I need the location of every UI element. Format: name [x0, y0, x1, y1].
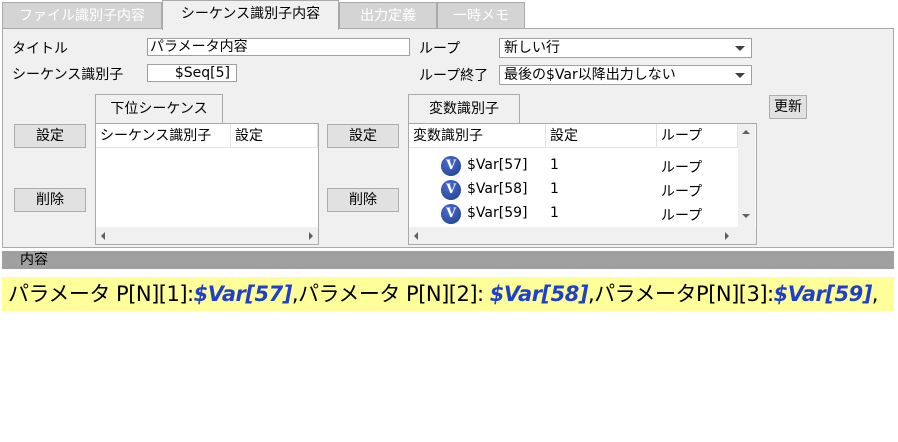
horizontal-scrollbar[interactable]: [96, 227, 318, 244]
seq-id-field[interactable]: $Seq[5]: [147, 64, 237, 82]
loop-label: ループ: [419, 41, 461, 57]
tab-temp-memo[interactable]: 一時メモ: [437, 2, 525, 29]
scroll-down-icon[interactable]: [742, 214, 750, 218]
content-header: 内容: [2, 251, 894, 269]
table-row[interactable]: V $Var[57] 1 ループ: [409, 154, 738, 178]
scroll-right-icon[interactable]: [309, 232, 313, 240]
loop-select[interactable]: 新しい行: [499, 38, 752, 58]
title-input[interactable]: パラメータ内容: [147, 38, 410, 56]
variable-name: $Var[59]: [467, 205, 528, 221]
vertical-scrollbar[interactable]: [738, 124, 755, 227]
variable-icon: V: [441, 156, 461, 176]
tab-bar: ファイル識別子内容 シーケンス識別子内容 出力定義 一時メモ: [0, 0, 898, 30]
scroll-right-icon[interactable]: [725, 232, 729, 240]
scroll-left-icon[interactable]: [414, 232, 418, 240]
sub-sequence-list[interactable]: シーケンス識別子 設定: [95, 123, 319, 245]
title-label: タイトル: [12, 41, 68, 57]
tab-file-identifier[interactable]: ファイル識別子内容: [2, 2, 162, 29]
variable-name: $Var[57]: [467, 157, 528, 173]
variable-loop: ループ: [661, 184, 703, 200]
variable-icon: V: [441, 204, 461, 224]
variable-name: $Var[58]: [467, 181, 528, 197]
tab-output-definition[interactable]: 出力定義: [339, 2, 437, 29]
column-header-loop[interactable]: ループ: [657, 124, 738, 148]
scroll-up-icon[interactable]: [742, 130, 750, 134]
horizontal-scrollbar[interactable]: [409, 227, 756, 244]
table-row[interactable]: V $Var[58] 1 ループ: [409, 178, 738, 202]
content-variable: $Var[59]: [773, 282, 873, 306]
content-text: パラメータ P[N][1]:: [8, 282, 194, 306]
tab-sequence-identifier[interactable]: シーケンス識別子内容: [162, 0, 339, 30]
variable-setting: 1: [550, 205, 559, 221]
variable-list[interactable]: 変数識別子 設定 ループ V $Var[57] 1 ループ V $Var[58]…: [408, 123, 757, 245]
table-row[interactable]: V $Var[59] 1 ループ: [409, 202, 738, 226]
column-header-variable-id[interactable]: 変数識別子: [409, 124, 546, 148]
content-text: ,パラメータP[N][3]:: [587, 282, 774, 306]
loop-select-value: 新しい行: [504, 40, 560, 56]
variable-setting: 1: [550, 181, 559, 197]
content-variable: $Var[58]: [489, 282, 589, 306]
loop-end-label: ループ終了: [419, 68, 489, 84]
content-text: ,パラメータ P[N][2]:: [291, 282, 490, 306]
scroll-left-icon[interactable]: [101, 232, 105, 240]
column-header-sequence-id[interactable]: シーケンス識別子: [96, 124, 231, 148]
variable-icon: V: [441, 180, 461, 200]
seq-id-label: シーケンス識別子: [12, 67, 124, 83]
variable-setting: 1: [550, 157, 559, 173]
sub-sequence-tab[interactable]: 下位シーケンス: [95, 94, 223, 123]
variable-loop: ループ: [661, 208, 703, 224]
content-area[interactable]: パラメータ P[N][1]:$Var[57],パラメータ P[N][2]: $V…: [2, 269, 894, 442]
content-text: ,: [871, 282, 879, 306]
variable-loop: ループ: [661, 160, 703, 176]
content-variable: $Var[57]: [193, 282, 293, 306]
content-line[interactable]: パラメータ P[N][1]:$Var[57],パラメータ P[N][2]: $V…: [2, 277, 894, 311]
sub-seq-set-button[interactable]: 設定: [14, 124, 86, 148]
var-delete-button[interactable]: 削除: [327, 188, 399, 212]
loop-end-select-value: 最後の$Var以降出力しない: [504, 67, 676, 83]
sub-seq-delete-button[interactable]: 削除: [14, 188, 86, 212]
column-header-setting[interactable]: 設定: [231, 124, 318, 148]
variable-id-tab[interactable]: 変数識別子: [408, 94, 520, 123]
loop-end-select[interactable]: 最後の$Var以降出力しない: [499, 65, 752, 85]
update-button[interactable]: 更新: [769, 95, 807, 119]
chevron-down-icon: [735, 46, 745, 51]
chevron-down-icon: [735, 73, 745, 78]
column-header-setting[interactable]: 設定: [546, 124, 657, 148]
var-set-button[interactable]: 設定: [327, 124, 399, 148]
